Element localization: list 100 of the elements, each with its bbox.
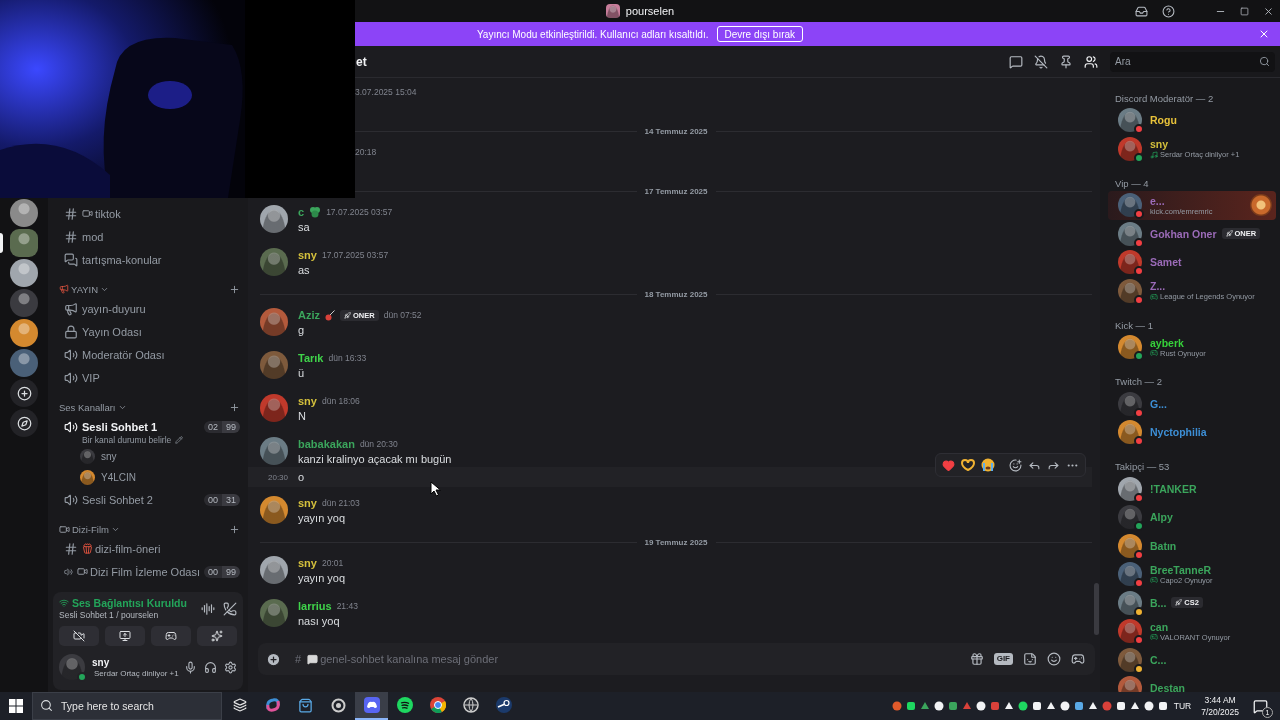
section-header: Vip — 4: [1114, 176, 1150, 191]
author-name[interactable]: sny: [298, 249, 317, 261]
category-header[interactable]: YAYIN: [71, 283, 99, 295]
gift-icon[interactable]: [969, 652, 984, 666]
message-field[interactable]: # genel-sohbet kanalına mesaj gönder GIF: [258, 643, 1095, 675]
forum-icon: [64, 252, 78, 267]
bell-off-icon[interactable]: [1034, 54, 1048, 69]
threads-icon[interactable]: [1009, 54, 1023, 69]
disconnect-icon[interactable]: [223, 601, 237, 616]
screen-share-button[interactable]: [105, 626, 145, 646]
author-name[interactable]: larrius: [298, 600, 332, 612]
crying-face-icon[interactable]: [981, 458, 995, 472]
author-name[interactable]: babakakan: [298, 438, 355, 450]
mic-icon[interactable]: [184, 660, 197, 674]
member-item[interactable]: Alpy: [1108, 503, 1276, 532]
search-field[interactable]: Ara: [1110, 51, 1275, 72]
server-icon[interactable]: [10, 259, 38, 287]
category-header[interactable]: Dizi-Film: [72, 523, 109, 535]
member-item[interactable]: !TANKER: [1108, 474, 1276, 503]
tray-icon[interactable]: [1031, 701, 1042, 711]
channel-item[interactable]: dizi-film-öneri: [56, 537, 244, 560]
author-name[interactable]: sny: [298, 395, 317, 407]
member-item[interactable]: Samet: [1108, 248, 1276, 277]
tray-icon[interactable]: [1045, 701, 1056, 711]
channel-item[interactable]: mod: [56, 225, 244, 248]
avatar: [1118, 136, 1142, 161]
tray-icon[interactable]: [1143, 701, 1154, 711]
member-item[interactable]: Nyctophilia: [1108, 418, 1276, 447]
channel-item[interactable]: Moderatör Odası: [56, 343, 244, 366]
close-button[interactable]: [1258, 28, 1270, 40]
scrollbar[interactable]: [1094, 583, 1099, 635]
activity-button[interactable]: [151, 626, 191, 646]
noise-icon[interactable]: [201, 601, 215, 616]
tray-icon[interactable]: [933, 701, 944, 711]
channel-item[interactable]: tiktok: [56, 202, 244, 225]
headphones-icon[interactable]: [204, 660, 217, 674]
channel-item[interactable]: VIP: [56, 366, 244, 389]
add-reaction-icon[interactable]: [1009, 458, 1022, 472]
members-icon[interactable]: [1084, 54, 1098, 69]
tray-icon[interactable]: [1059, 701, 1070, 711]
tray-icon[interactable]: [1087, 701, 1098, 711]
pencil-icon[interactable]: [175, 436, 184, 444]
server-icon[interactable]: [10, 349, 38, 377]
author-name[interactable]: Tarık: [298, 352, 324, 364]
disable-button[interactable]: Devre dışı bırak: [716, 26, 804, 42]
taskbar-app[interactable]: [355, 692, 388, 720]
add-icon[interactable]: [229, 283, 240, 295]
gamepad-icon: [165, 630, 177, 642]
member-item[interactable]: C...: [1108, 645, 1276, 674]
author-name[interactable]: sny: [298, 557, 317, 569]
language-indicator[interactable]: TUR: [1173, 701, 1192, 711]
add-icon[interactable]: [229, 523, 240, 535]
heart-icon[interactable]: [942, 458, 955, 472]
server-icon[interactable]: [10, 319, 38, 347]
camera-button[interactable]: [59, 626, 99, 646]
channel-item[interactable]: Sesli Sohbet 2 00 31: [56, 488, 244, 511]
emoji-icon[interactable]: [1047, 652, 1061, 666]
tray-icon[interactable]: [1003, 701, 1014, 711]
server-icon[interactable]: [10, 199, 38, 227]
add-server-button[interactable]: [10, 379, 38, 407]
voice-user[interactable]: Y4LCIN: [101, 472, 136, 483]
author-name[interactable]: c: [298, 206, 305, 218]
channel-item[interactable]: yayın-duyuru: [56, 297, 244, 320]
member-item[interactable]: Rogu: [1108, 106, 1276, 135]
help-icon[interactable]: [1162, 4, 1175, 18]
server-icon[interactable]: [10, 229, 38, 257]
tray-icon[interactable]: [1073, 701, 1084, 711]
tray-icon[interactable]: [905, 701, 916, 711]
channel-item[interactable]: Yayın Odası: [56, 320, 244, 343]
clock[interactable]: 3:44 AM 7/20/2025: [1201, 695, 1239, 717]
channel-item[interactable]: Dizi Film İzleme Odası 00 99: [56, 560, 244, 583]
tray-icon[interactable]: [1115, 701, 1126, 711]
gif-button[interactable]: GIF: [993, 653, 1013, 665]
member-item[interactable]: Batın: [1108, 531, 1276, 560]
tray-icon[interactable]: [1017, 701, 1028, 711]
voice-channel-link[interactable]: Sesli Sohbet 1 / pourselen: [59, 610, 193, 620]
server-icon[interactable]: [10, 289, 38, 317]
tray-icon[interactable]: [975, 701, 986, 711]
tray-icon[interactable]: [1129, 701, 1140, 711]
channel-item[interactable]: tartışma-konular: [56, 248, 244, 271]
author-name[interactable]: Aziz: [298, 309, 320, 321]
settings-icon[interactable]: [224, 660, 237, 674]
taskbar-search[interactable]: Type here to search: [32, 692, 222, 720]
author-name[interactable]: sny: [298, 497, 317, 509]
soundboard-button[interactable]: [197, 626, 237, 646]
add-icon[interactable]: [229, 401, 240, 413]
gamepad-icon[interactable]: [1071, 652, 1085, 666]
category-header[interactable]: Ses Kanalları: [59, 401, 116, 413]
maximize-icon[interactable]: [1240, 6, 1249, 16]
add-icon[interactable]: [266, 651, 281, 667]
inbox-icon[interactable]: [1135, 4, 1148, 18]
notification-icon[interactable]: [1253, 698, 1268, 714]
tray-icon[interactable]: [1157, 701, 1168, 711]
heart-hands-icon[interactable]: [961, 459, 975, 471]
close-icon[interactable]: [1263, 5, 1274, 17]
sticker-icon[interactable]: [1023, 652, 1037, 666]
member-item[interactable]: G...: [1108, 389, 1276, 418]
discover-button[interactable]: [10, 409, 38, 437]
pin-icon[interactable]: [1059, 54, 1073, 69]
voice-user[interactable]: sny: [101, 451, 117, 462]
